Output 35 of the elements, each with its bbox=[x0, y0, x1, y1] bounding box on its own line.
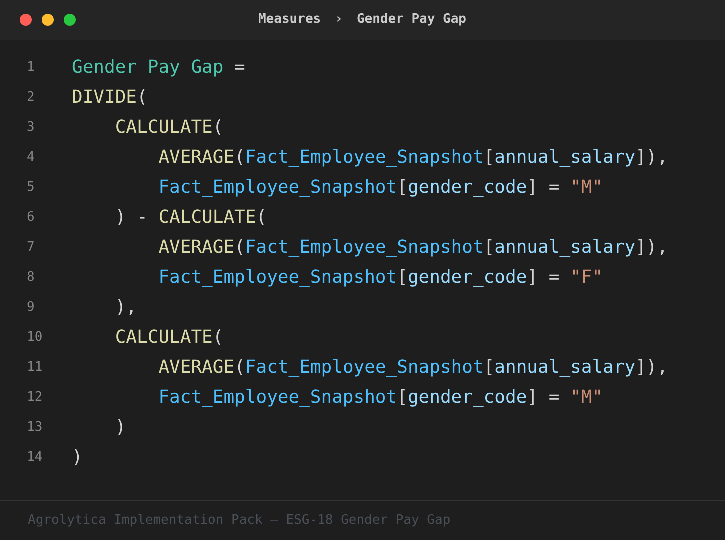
maximize-icon[interactable] bbox=[64, 14, 76, 26]
breadcrumb-item: Measures bbox=[258, 11, 322, 30]
close-icon[interactable] bbox=[20, 14, 32, 26]
line-number: 13 bbox=[26, 419, 44, 438]
line-number: 9 bbox=[26, 299, 36, 318]
line-number: 4 bbox=[26, 149, 36, 168]
code-line: Fact_Employee_Snapshot[gender_code] = "M" bbox=[158, 386, 604, 410]
code-line: DIVIDE( bbox=[72, 86, 148, 110]
breadcrumb-item: Gender Pay Gap bbox=[356, 11, 467, 30]
code-line: CALCULATE( bbox=[114, 116, 224, 140]
line-number: 6 bbox=[26, 209, 36, 228]
line-number: 2 bbox=[26, 89, 36, 108]
line-number: 7 bbox=[26, 239, 36, 258]
code-line: ), bbox=[114, 296, 138, 320]
line-number: 3 bbox=[26, 119, 36, 138]
line-number: 14 bbox=[26, 449, 44, 468]
code-line: CALCULATE( bbox=[114, 326, 224, 350]
code-line: Gender Pay Gap = bbox=[72, 56, 246, 80]
code-line: AVERAGE(Fact_Employee_Snapshot[annual_salary]), bbox=[158, 356, 668, 380]
code-line: Fact_Employee_Snapshot[gender_code] = "F" bbox=[158, 266, 604, 290]
line-number: 11 bbox=[26, 359, 44, 378]
line-number: 12 bbox=[26, 389, 44, 408]
breadcrumb-separator: › bbox=[335, 11, 343, 30]
code-line: ) - CALCULATE( bbox=[114, 206, 268, 230]
line-number: 8 bbox=[26, 269, 36, 288]
minimize-icon[interactable] bbox=[42, 14, 54, 26]
code-line: ) bbox=[72, 446, 83, 470]
line-number: 10 bbox=[26, 329, 44, 348]
code-line: AVERAGE(Fact_Employee_Snapshot[annual_salary]), bbox=[158, 236, 668, 260]
line-number: 5 bbox=[26, 179, 36, 198]
code-line: ) bbox=[114, 416, 126, 440]
line-number: 1 bbox=[26, 59, 36, 78]
footer-text: Agrolytica Implementation Pack — ESG-18 Gender Pay Gap bbox=[28, 512, 451, 530]
code-line: AVERAGE(Fact_Employee_Snapshot[annual_salary]), bbox=[158, 146, 668, 170]
code-line: Fact_Employee_Snapshot[gender_code] = "M" bbox=[158, 176, 604, 200]
